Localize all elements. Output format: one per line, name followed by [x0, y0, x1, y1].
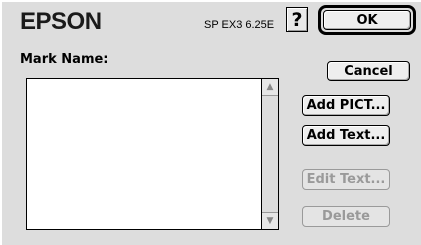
add-text-button[interactable]: Add Text...: [302, 125, 390, 146]
watermark-dialog: EPSON SP EX3 6.25E ? OK Mark Name: Cance…: [0, 0, 421, 245]
delete-button[interactable]: Delete: [302, 206, 390, 227]
mark-name-list[interactable]: ▲ ▼: [26, 78, 279, 230]
version-label: SP EX3 6.25E: [204, 19, 275, 31]
help-button[interactable]: ?: [286, 7, 308, 32]
scroll-down-arrow-icon[interactable]: ▼: [262, 212, 278, 229]
list-scrollbar[interactable]: ▲ ▼: [261, 79, 278, 229]
cancel-button[interactable]: Cancel: [327, 61, 410, 81]
ok-button[interactable]: OK: [323, 10, 411, 30]
edit-text-button[interactable]: Edit Text...: [302, 169, 390, 190]
scroll-up-arrow-icon[interactable]: ▲: [262, 79, 278, 96]
mark-name-label: Mark Name:: [20, 52, 109, 67]
help-icon: ?: [291, 8, 303, 31]
add-pict-button[interactable]: Add PICT...: [302, 95, 390, 116]
epson-logo: EPSON: [20, 8, 102, 35]
